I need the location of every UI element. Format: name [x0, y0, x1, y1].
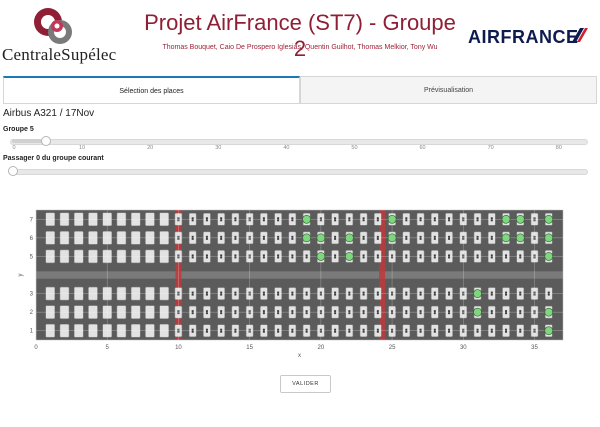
selected-seat-point: [473, 307, 482, 317]
selected-seat-point: [544, 252, 554, 261]
x-tick-label: 0: [34, 345, 38, 351]
tab-selection-des-places[interactable]: Sélection des places: [3, 76, 300, 104]
selected-seat-point: [302, 233, 311, 243]
selected-seat-point: [345, 233, 354, 243]
selected-seat-point: [302, 214, 311, 224]
passenger-slider-label: Passager 0 du groupe courant: [3, 155, 104, 162]
seat-map-chart[interactable]: 0 5 10 15 20 25 30 35123567xy: [0, 200, 600, 360]
passenger-slider-handle[interactable]: [8, 166, 18, 176]
selected-seat-point: [501, 233, 511, 243]
y-tick-label: 7: [30, 217, 34, 223]
group-slider-tick: 10: [79, 145, 86, 151]
selected-seat-point: [544, 326, 554, 336]
group-slider-tick: 30: [215, 145, 222, 151]
validate-button[interactable]: VALIDER: [280, 375, 331, 393]
tab-divider: [3, 103, 597, 104]
group-slider-tick: 70: [487, 145, 494, 151]
x-tick-label: 5: [106, 345, 110, 351]
tab-previsualisation[interactable]: Prévisualisation: [300, 76, 597, 104]
group-slider-label: Groupe 5: [3, 126, 34, 133]
selected-seat-point: [345, 252, 354, 261]
x-tick-label: 30: [460, 345, 467, 351]
x-tick-label: 25: [389, 345, 396, 351]
group-slider-tick: 20: [147, 145, 154, 151]
centralesupelec-logo-icon: [30, 6, 78, 48]
selected-seat-point: [515, 214, 525, 224]
y-tick-label: 1: [30, 329, 34, 335]
y-tick-label: 5: [30, 254, 34, 260]
group-slider-tick: 0: [12, 145, 16, 151]
y-tick-label: 3: [30, 292, 34, 298]
group-slider-tick: 40: [283, 145, 290, 151]
group-slider-handle[interactable]: [41, 136, 51, 146]
selected-seat-point: [544, 307, 554, 317]
y-tick-label: 2: [30, 310, 34, 316]
selected-seat-point: [544, 214, 554, 224]
group-slider-tick: 60: [419, 145, 426, 151]
selected-seat-point: [316, 252, 326, 261]
selected-seat-point: [515, 233, 525, 243]
x-tick-label: 20: [318, 345, 325, 351]
x-tick-label: 15: [246, 345, 253, 351]
group-slider-track[interactable]: [10, 139, 588, 145]
centralesupelec-logo-text: CentraleSupélec: [2, 45, 117, 64]
selected-seat-point: [387, 233, 397, 243]
x-tick-label: 10: [175, 345, 182, 351]
plane-title: Airbus A321 / 17Nov: [3, 108, 95, 119]
x-tick-label: 35: [531, 345, 538, 351]
y-axis-label: y: [18, 274, 24, 277]
selected-seat-point: [544, 233, 554, 243]
aircraft-cabin-image: [36, 210, 563, 340]
group-slider-tick: 80: [555, 145, 562, 151]
group-slider-tick: 50: [351, 145, 358, 151]
selected-seat-point: [473, 289, 482, 298]
y-tick-label: 6: [30, 236, 34, 242]
airfrance-logo: AIRFRANCE: [468, 27, 579, 47]
authors-line: Thomas Bouquet, Caio De Prospero Iglesia…: [162, 44, 438, 51]
airfrance-stripes-icon: [571, 28, 595, 47]
selected-seat-point: [501, 214, 511, 224]
aisle: [36, 271, 563, 279]
passenger-slider-track[interactable]: [10, 169, 588, 175]
selected-seat-point: [316, 233, 326, 243]
exit-row-marker: [379, 210, 386, 340]
selected-seat-point: [387, 214, 397, 224]
page-title: Projet AirFrance (ST7) - Groupe 2: [144, 10, 456, 61]
x-axis-label: x: [298, 353, 301, 359]
